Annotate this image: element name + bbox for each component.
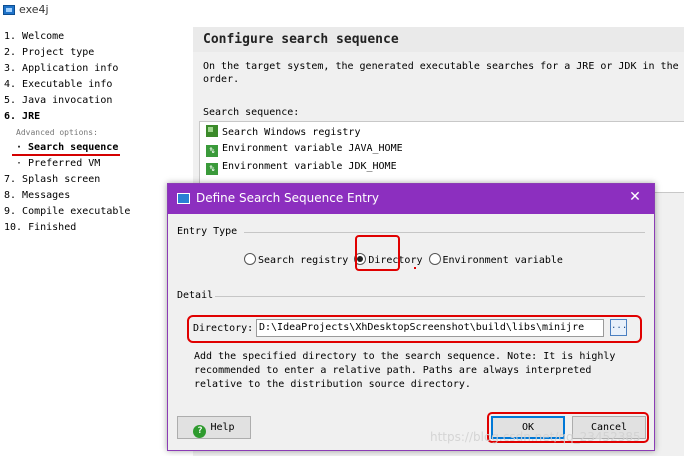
entry-type-label: Entry Type <box>177 226 238 237</box>
entry-type-divider <box>244 232 645 233</box>
radio-circle <box>244 253 256 265</box>
window-title: exe4j <box>19 3 49 16</box>
dialog-app-icon <box>177 193 190 204</box>
step-compile-executable[interactable]: 9. Compile executable <box>4 206 130 217</box>
step-welcome[interactable]: 1. Welcome <box>4 31 64 42</box>
help-icon: ? <box>193 425 207 438</box>
dialog-title: Define Search Sequence Entry <box>196 191 379 205</box>
step-java-invocation[interactable]: 5. Java invocation <box>4 95 112 106</box>
app-icon <box>3 5 15 15</box>
advanced-options-label: Advanced options: <box>16 128 98 137</box>
step-executable-info[interactable]: 4. Executable info <box>4 79 112 90</box>
radio-search-registry[interactable]: Search registry <box>244 253 348 266</box>
annotation-dot <box>414 267 416 269</box>
detail-label: Detail <box>177 290 214 301</box>
environment-variable-icon: % <box>206 145 218 157</box>
dialog-titlebar: Define Search Sequence Entry ✕ <box>168 184 654 214</box>
radio-environment-variable[interactable]: Environment variable <box>428 253 563 266</box>
entry-type-options: Search registry Directory Environment vari… <box>244 253 569 266</box>
list-item[interactable]: Search Windows registry <box>206 125 360 141</box>
help-button[interactable]: ? Help <box>177 416 251 439</box>
directory-help-text: Add the specified directory to the searc… <box>194 350 615 392</box>
radio-label: Environment variable <box>442 255 563 266</box>
radio-label: Search registry <box>258 255 349 266</box>
watermark: https://blog.csdn.net/qq_23452385 <box>430 430 641 444</box>
window-titlebar: exe4j <box>0 0 684 22</box>
list-item-label: Environment variable JDK_HOME <box>222 161 397 172</box>
list-item[interactable]: % Environment variable JDK_HOME <box>206 161 397 177</box>
panel-description-line1: On the target system, the generated exec… <box>203 61 684 72</box>
radio-circle <box>428 253 441 265</box>
list-item[interactable]: % Environment variable JAVA_HOME <box>206 143 403 159</box>
step-application-info[interactable]: 3. Application info <box>4 63 118 74</box>
directory-label: Directory: <box>193 323 254 334</box>
list-item-label: Search Windows registry <box>222 127 361 138</box>
step-project-type[interactable]: 2. Project type <box>4 47 94 58</box>
panel-description-line2: order. <box>203 74 240 85</box>
registry-icon <box>206 125 218 137</box>
help-button-label: Help <box>210 422 235 433</box>
help-line: recommended to enter a relative path. Pa… <box>194 365 592 376</box>
step-messages[interactable]: 8. Messages <box>4 190 70 201</box>
step-jre[interactable]: 6. JRE <box>4 111 40 122</box>
define-search-sequence-dialog: Define Search Sequence Entry ✕ Entry Typ… <box>167 183 655 451</box>
help-line: Add the specified directory to the searc… <box>194 351 616 362</box>
step-preferred-vm[interactable]: · Preferred VM <box>16 158 100 169</box>
search-sequence-underline <box>12 154 120 156</box>
close-icon[interactable]: ✕ <box>626 189 644 205</box>
detail-divider <box>215 296 645 297</box>
step-splash-screen[interactable]: 7. Splash screen <box>4 174 100 185</box>
list-item-label: Environment variable JAVA_HOME <box>222 143 403 154</box>
directory-field[interactable]: D:\IdeaProjects\XhDesktopScreenshot\buil… <box>256 319 604 337</box>
step-search-sequence[interactable]: · Search sequence <box>16 142 118 153</box>
help-line: relative to the distribution source dire… <box>194 379 471 390</box>
environment-variable-icon: % <box>206 163 218 175</box>
content-header: Configure search sequence <box>193 27 684 52</box>
panel-title: Configure search sequence <box>203 32 399 47</box>
search-sequence-label: Search sequence: <box>203 107 300 118</box>
directory-highlight-box <box>355 235 400 271</box>
browse-button[interactable]: ... <box>610 319 627 336</box>
step-finished[interactable]: 10. Finished <box>4 222 76 233</box>
